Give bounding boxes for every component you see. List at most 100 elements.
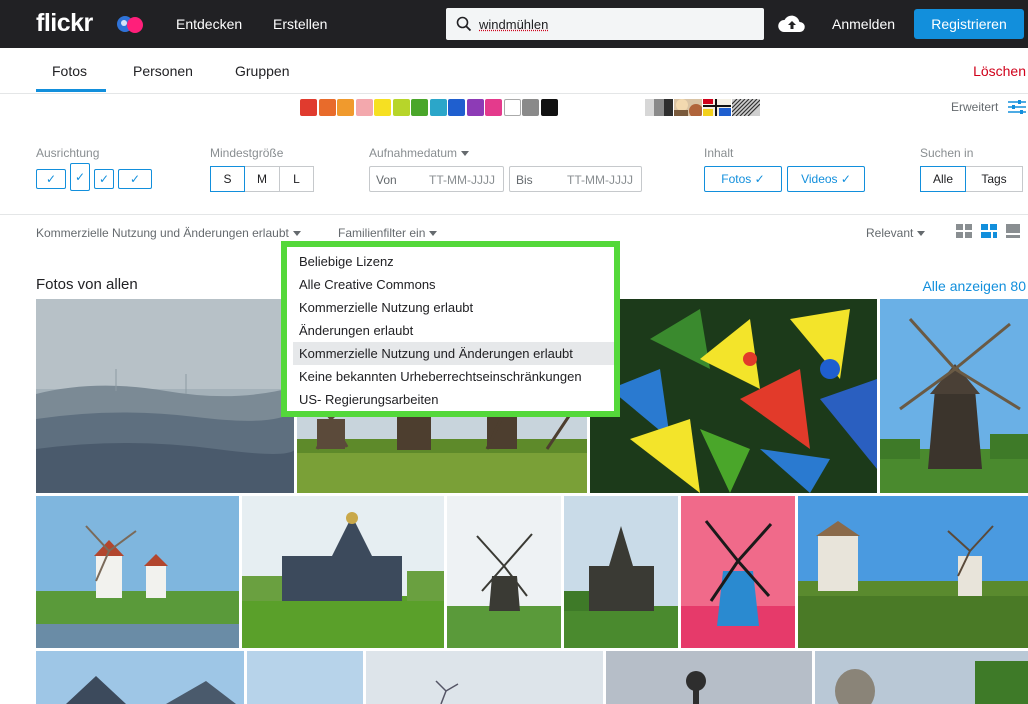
nav-create-link[interactable]: Erstellen xyxy=(273,16,327,32)
color-swatch[interactable] xyxy=(448,99,465,116)
gallery-title: Fotos von allen xyxy=(36,276,138,293)
orientation-options: ✓ ✓ ✓ ✓ xyxy=(36,163,156,191)
advanced-link[interactable]: Erweitert xyxy=(951,100,998,114)
search-box[interactable] xyxy=(446,8,764,40)
list-view-icon[interactable] xyxy=(1006,224,1020,238)
search-in-options: Alle Tags xyxy=(920,166,1023,192)
size-m-button[interactable]: M xyxy=(245,166,280,192)
license-filter-text: Kommerzielle Nutzung und Änderungen erla… xyxy=(36,226,289,240)
color-swatch[interactable] xyxy=(429,99,447,116)
search-in-tags-button[interactable]: Tags xyxy=(966,166,1023,192)
photo-tile[interactable] xyxy=(798,496,1028,648)
chevron-down-icon xyxy=(292,231,301,237)
color-swatch[interactable] xyxy=(318,99,336,116)
content-videos-toggle[interactable]: Videos ✓ xyxy=(787,166,865,192)
justified-view-icon[interactable] xyxy=(981,224,997,238)
photo-tile[interactable] xyxy=(242,496,444,648)
color-swatch[interactable] xyxy=(355,99,373,116)
orientation-square-checkbox[interactable]: ✓ xyxy=(94,169,114,189)
filter-divider xyxy=(0,214,1028,215)
black-white-style-icon[interactable] xyxy=(645,99,673,116)
search-input[interactable] xyxy=(479,13,749,35)
photo-tile[interactable] xyxy=(366,651,603,704)
active-tab-indicator xyxy=(36,89,106,92)
size-l-button[interactable]: L xyxy=(280,166,314,192)
content-photos-toggle[interactable]: Fotos ✓ xyxy=(704,166,782,192)
license-dropdown-menu: Beliebige Lizenz Alle Creative Commons K… xyxy=(281,241,620,417)
family-filter-text: Familienfilter ein xyxy=(338,226,426,240)
license-option-no-known-restrictions[interactable]: Keine bekannten Urheberrechtseinschränku… xyxy=(293,365,614,388)
photo-tile[interactable] xyxy=(815,651,1028,704)
sort-dropdown[interactable]: Relevant xyxy=(866,226,926,240)
pattern-style-icon[interactable] xyxy=(732,99,760,116)
clear-link[interactable]: Löschen xyxy=(973,63,1026,79)
color-swatch[interactable] xyxy=(392,99,410,116)
tab-photos[interactable]: Fotos xyxy=(52,63,87,79)
signin-link[interactable]: Anmelden xyxy=(832,16,895,32)
photo-tile[interactable] xyxy=(36,299,294,493)
flickr-dots-icon xyxy=(117,16,143,33)
see-all-link[interactable]: Alle anzeigen 80 xyxy=(922,278,1026,294)
grid-small-view-icon[interactable] xyxy=(956,224,972,238)
family-filter-dropdown[interactable]: Familienfilter ein xyxy=(338,226,438,240)
photo-tile[interactable] xyxy=(36,496,239,648)
flickr-logo[interactable]: flickr xyxy=(36,9,93,38)
date-taken-label[interactable]: Aufnahmedatum xyxy=(369,146,470,160)
photo-tile[interactable] xyxy=(36,651,244,704)
date-from-placeholder: TT-MM-JJJJ xyxy=(429,173,495,187)
color-swatch[interactable] xyxy=(503,99,521,116)
license-option-us-government[interactable]: US- Regierungsarbeiten xyxy=(293,388,614,411)
orientation-portrait-checkbox[interactable]: ✓ xyxy=(70,163,90,191)
photo-tile[interactable] xyxy=(880,299,1028,493)
chevron-down-icon xyxy=(917,231,926,237)
style-filters xyxy=(645,99,761,116)
search-icon xyxy=(456,16,472,32)
color-swatch[interactable] xyxy=(540,99,558,116)
orientation-landscape-checkbox[interactable]: ✓ xyxy=(36,169,66,189)
color-swatch[interactable] xyxy=(522,99,539,116)
size-s-button[interactable]: S xyxy=(210,166,245,192)
tab-people[interactable]: Personen xyxy=(133,63,193,79)
color-swatches xyxy=(300,99,559,117)
photo-tile[interactable] xyxy=(681,496,795,648)
date-to-label: Bis xyxy=(516,173,533,187)
color-swatch[interactable] xyxy=(466,99,484,116)
view-mode-switch xyxy=(956,224,1020,238)
search-in-label: Suchen in xyxy=(920,146,974,160)
photo-tile[interactable] xyxy=(564,496,678,648)
advanced-filter-icon[interactable] xyxy=(1008,99,1026,115)
sort-text: Relevant xyxy=(866,226,914,240)
date-to-placeholder: TT-MM-JJJJ xyxy=(567,173,633,187)
color-swatch[interactable] xyxy=(337,99,354,116)
orientation-panorama-checkbox[interactable]: ✓ xyxy=(118,169,152,189)
license-option-any[interactable]: Beliebige Lizenz xyxy=(293,250,614,273)
search-tabs: Fotos Personen Gruppen Löschen xyxy=(0,48,1028,94)
license-option-modifications[interactable]: Änderungen erlaubt xyxy=(293,319,614,342)
date-from-label: Von xyxy=(376,173,397,187)
min-size-options: S M L xyxy=(210,166,314,192)
photo-tile[interactable] xyxy=(447,496,561,648)
minimalist-style-icon[interactable] xyxy=(703,99,731,116)
photo-tile[interactable] xyxy=(590,299,877,493)
top-navigation-bar: flickr Entdecken Erstellen Anmelden Regi… xyxy=(0,0,1028,48)
license-filter-dropdown[interactable]: Kommerzielle Nutzung und Änderungen erla… xyxy=(36,226,301,240)
min-size-label: Mindestgröße xyxy=(210,146,284,160)
photo-tile[interactable] xyxy=(247,651,363,704)
color-swatch[interactable] xyxy=(411,99,428,116)
upload-cloud-icon[interactable] xyxy=(778,13,806,35)
photo-tile[interactable] xyxy=(606,651,812,704)
nav-explore-link[interactable]: Entdecken xyxy=(176,16,242,32)
register-button[interactable]: Registrieren xyxy=(914,9,1024,39)
date-to-field[interactable]: Bis TT-MM-JJJJ xyxy=(509,166,642,192)
color-swatch[interactable] xyxy=(300,99,317,116)
orientation-label: Ausrichtung xyxy=(36,146,100,160)
color-swatch[interactable] xyxy=(374,99,391,116)
shallow-depth-style-icon[interactable] xyxy=(674,99,702,116)
search-in-all-button[interactable]: Alle xyxy=(920,166,966,192)
license-option-all-cc[interactable]: Alle Creative Commons xyxy=(293,273,614,296)
tab-groups[interactable]: Gruppen xyxy=(235,63,289,79)
date-from-field[interactable]: Von TT-MM-JJJJ xyxy=(369,166,504,192)
color-swatch[interactable] xyxy=(485,99,502,116)
license-option-commercial-and-modifications[interactable]: Kommerzielle Nutzung und Änderungen erla… xyxy=(293,342,614,365)
license-option-commercial[interactable]: Kommerzielle Nutzung erlaubt xyxy=(293,296,614,319)
